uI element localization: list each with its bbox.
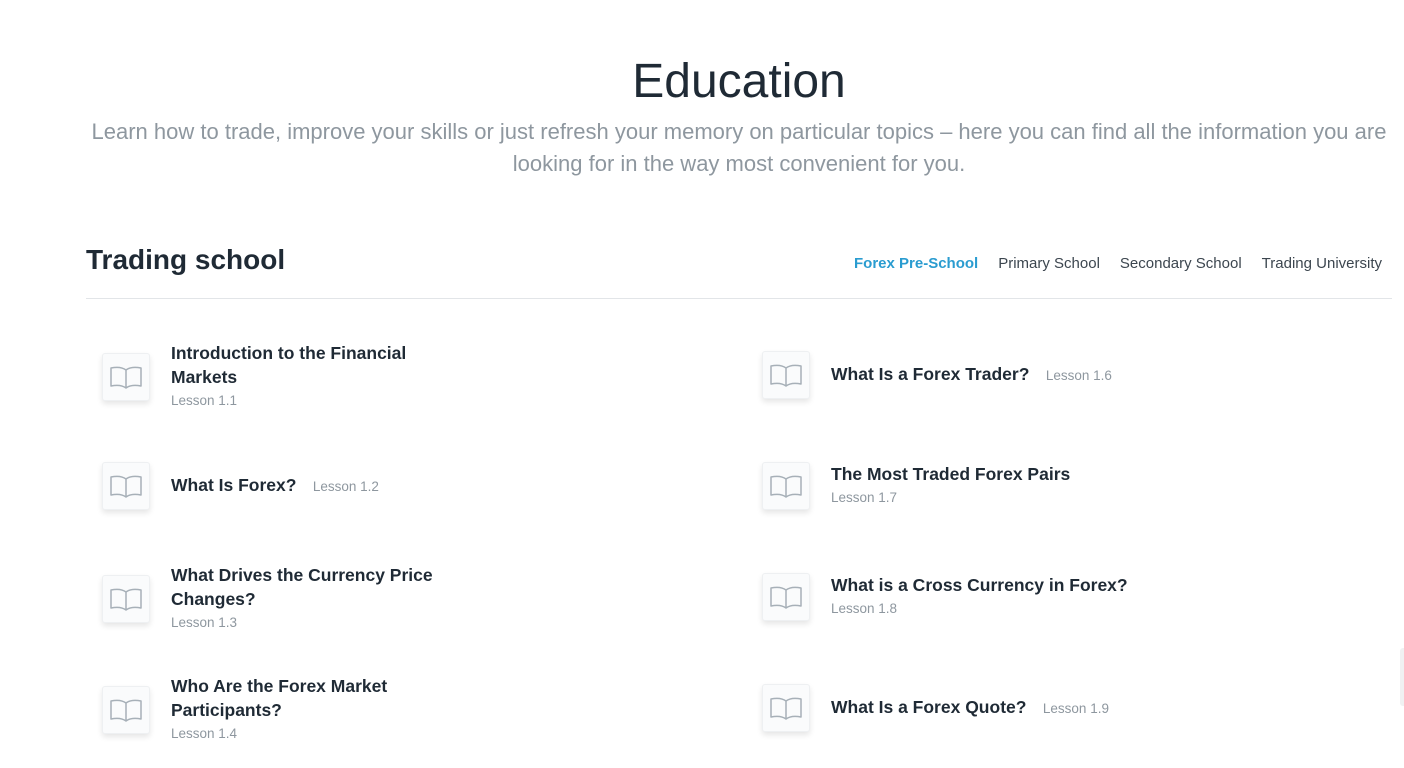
open-book-icon — [762, 462, 810, 510]
lesson-number: Lesson 1.8 — [831, 601, 898, 616]
lesson-title: What Is a Forex Quote? — [831, 697, 1027, 717]
section-title: Trading school — [86, 244, 286, 275]
lesson-item-1-8[interactable]: What is a Cross Currency in Forex? Lesso… — [762, 573, 1191, 621]
lesson-title: What Is Forex? — [171, 475, 297, 495]
lesson-item-1-2[interactable]: What Is Forex? Lesson 1.2 — [102, 462, 531, 510]
open-book-icon — [102, 686, 150, 734]
lesson-item-1-9[interactable]: What Is a Forex Quote? Lesson 1.9 — [762, 684, 1191, 732]
tab-forex-pre-school[interactable]: Forex Pre-School — [854, 255, 978, 272]
open-book-icon — [102, 575, 150, 623]
lesson-item-1-4[interactable]: Who Are the Forex Market Participants? L… — [102, 674, 461, 746]
lesson-title: What Drives the Currency Price Changes? — [171, 565, 433, 609]
lesson-item-1-6[interactable]: What Is a Forex Trader? Lesson 1.6 — [762, 351, 1191, 399]
lesson-number: Lesson 1.1 — [171, 393, 238, 408]
open-book-icon — [762, 684, 810, 732]
lesson-title: Introduction to the Financial Markets — [171, 343, 407, 387]
lesson-title: Who Are the Forex Market Participants? — [171, 676, 388, 720]
lesson-number: Lesson 1.7 — [831, 490, 898, 505]
lesson-item-1-1[interactable]: Introduction to the Financial Markets Le… — [102, 341, 461, 413]
tab-primary-school[interactable]: Primary School — [998, 255, 1100, 272]
lesson-item-1-3[interactable]: What Drives the Currency Price Changes? … — [102, 563, 461, 635]
section-divider — [86, 298, 1392, 299]
lesson-number: Lesson 1.9 — [1042, 701, 1109, 716]
lesson-number: Lesson 1.4 — [171, 726, 238, 741]
lesson-title: The Most Traded Forex Pairs — [831, 464, 1071, 484]
lesson-number: Lesson 1.3 — [171, 615, 238, 630]
tab-secondary-school[interactable]: Secondary School — [1120, 255, 1242, 272]
school-tabs: Forex Pre-School Primary School Secondar… — [854, 255, 1382, 272]
tab-trading-university[interactable]: Trading University — [1262, 255, 1382, 272]
lesson-item-1-7[interactable]: The Most Traded Forex Pairs Lesson 1.7 — [762, 462, 1191, 510]
education-page: Education Learn how to trade, improve yo… — [0, 0, 1404, 768]
lesson-title: What Is a Forex Trader? — [831, 364, 1030, 384]
open-book-icon — [762, 573, 810, 621]
open-book-icon — [102, 462, 150, 510]
lesson-number: Lesson 1.6 — [1045, 368, 1112, 383]
lesson-number: Lesson 1.2 — [312, 479, 379, 494]
scrollbar-thumb[interactable] — [1400, 648, 1404, 706]
lesson-title: What is a Cross Currency in Forex? — [831, 575, 1128, 595]
page-title: Education — [632, 55, 846, 108]
page-subtitle: Learn how to trade, improve your skills … — [91, 119, 1387, 176]
open-book-icon — [762, 351, 810, 399]
open-book-icon — [102, 353, 150, 401]
